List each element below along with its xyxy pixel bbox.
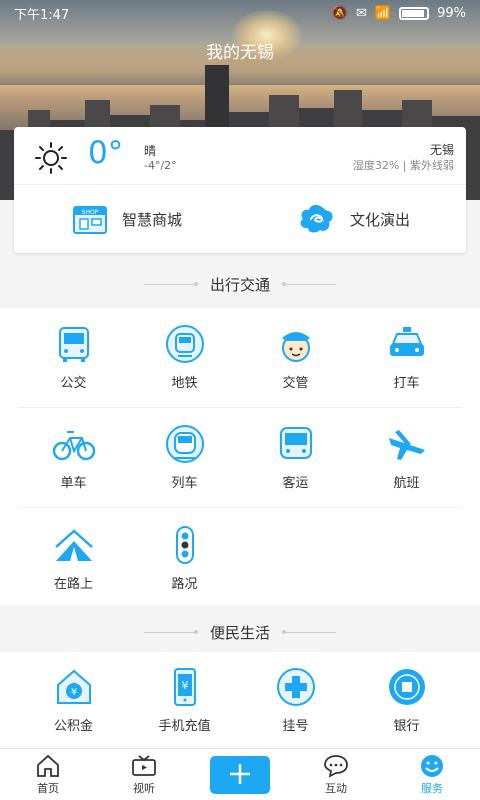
chat-icon [324,754,348,778]
sun-icon [35,142,67,174]
taxi-icon [389,327,424,356]
service-taxi[interactable]: 打车 [351,308,462,407]
bottom-navigation: 首页 视听 互动 服务 [0,748,480,800]
traffic-police-icon [281,332,310,362]
service-label: 单车 [60,476,87,491]
grid-row: ¥ 公积金 ¥ 手机充值 挂号 银行 [18,652,462,748]
grid-row: 在路上 路况 [18,508,462,608]
on-the-road-icon [54,528,93,561]
bus-icon [58,327,89,362]
battery-level: 99% [437,5,466,21]
grid-row: 公交 地铁 交管 打车 [18,308,462,408]
service-housing-fund[interactable]: ¥ 公积金 [18,652,129,748]
quick-link-shop[interactable]: SHOP 智慧商城 [14,185,240,253]
weather-condition: 晴 [144,144,157,158]
svg-text:¥: ¥ [181,679,188,692]
nav-label: 服务 [421,781,443,795]
plus-button[interactable] [210,755,270,794]
train-icon [165,425,204,463]
service-label: 列车 [171,476,198,491]
weather-card: 0° 晴 -4°/2° 无锡 湿度32% | 紫外线弱 SHOP 智慧商城 文化… [14,127,466,253]
service-label: 公交 [60,376,87,391]
service-metro[interactable]: 地铁 [129,308,240,407]
traffic-grid: 公交 地铁 交管 打车 单车 列车 客运 航班 在路上 路况 [0,308,480,606]
service-label: 公积金 [53,718,93,734]
traffic-light-icon [175,525,194,564]
divider [143,281,198,286]
nav-label: 互动 [325,781,347,795]
nav-home[interactable]: 首页 [0,749,96,800]
nav-service[interactable]: 服务 [384,749,480,800]
service-bus[interactable]: 公交 [18,308,129,407]
status-time: 下午1:47 [14,7,70,23]
wifi-icon: 📶 [374,5,392,21]
service-coach[interactable]: 客运 [240,408,351,507]
metro-icon [165,325,204,363]
page-title: 我的无锡 [206,43,274,63]
section-title: 便民生活 [209,623,270,642]
service-label: 航班 [393,476,420,491]
section-title: 出行交通 [209,275,270,294]
service-phone-recharge[interactable]: ¥ 手机充值 [129,652,240,748]
temperature-range: -4°/2° [144,159,177,172]
service-traffic-police[interactable]: 交管 [240,308,351,407]
service-label: 地铁 [171,376,198,391]
service-label: 打车 [393,376,420,391]
housing-fund-icon: ¥ [56,669,91,704]
service-label: 路况 [171,576,198,592]
grid-row: 单车 列车 客运 航班 [18,408,462,508]
nav-av[interactable]: 视听 [96,749,192,800]
city-name: 无锡 [429,143,454,157]
nav-label: 视听 [133,781,155,795]
shop-icon: SHOP [72,206,107,234]
service-label: 银行 [393,718,420,734]
smile-icon [421,754,443,777]
service-label: 挂号 [282,718,309,734]
divider [282,629,336,634]
service-label: 客运 [282,476,309,491]
life-grid: ¥ 公积金 ¥ 手机充值 挂号 银行 [0,652,480,748]
nav-interact[interactable]: 互动 [288,749,384,800]
service-label: 手机充值 [158,718,211,734]
weather-details: 湿度32% | 紫外线弱 [352,159,454,172]
status-bar: 下午1:47 🔕 ✉ 📶 99% [0,0,480,26]
divider [143,629,198,634]
quick-links: SHOP 智慧商城 文化演出 [14,185,466,253]
service-traffic-light[interactable]: 路况 [129,508,240,608]
hospital-icon [276,667,315,706]
bank-icon [388,668,425,705]
phone-recharge-icon: ¥ [173,667,196,706]
service-flight[interactable]: 航班 [351,408,462,507]
coach-icon [279,427,312,459]
section-header-life: 便民生活 [0,606,480,658]
section-header-traffic: 出行交通 [0,258,480,310]
nav-label: 首页 [37,781,59,795]
bicycle-icon [52,431,95,461]
service-bicycle[interactable]: 单车 [18,408,129,507]
plus-icon [230,763,250,784]
quick-link-label: 文化演出 [349,210,410,229]
home-icon [37,754,59,777]
culture-icon [300,205,333,233]
svg-text:¥: ¥ [70,687,76,698]
mute-icon: 🔕 [331,5,348,21]
notification-icon: ✉ [356,5,367,21]
temperature: 0° [88,135,124,171]
divider [282,281,336,286]
service-train[interactable]: 列车 [129,408,240,507]
service-hospital[interactable]: 挂号 [240,652,351,748]
flight-icon [388,430,425,460]
service-label: 在路上 [53,576,93,592]
tv-icon [132,754,156,776]
weather-panel[interactable]: 0° 晴 -4°/2° 无锡 湿度32% | 紫外线弱 [14,127,466,185]
battery-icon [399,6,430,20]
nav-plus[interactable] [192,749,288,800]
service-on-the-road[interactable]: 在路上 [18,508,129,608]
quick-link-culture[interactable]: 文化演出 [240,185,466,253]
svg-text:SHOP: SHOP [82,209,99,216]
service-bank[interactable]: 银行 [351,652,462,748]
service-label: 交管 [282,376,309,391]
quick-link-label: 智慧商城 [121,210,182,229]
